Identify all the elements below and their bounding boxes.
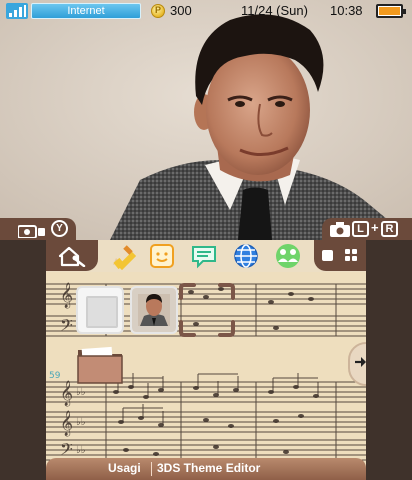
play-coin-icon bbox=[151, 4, 165, 18]
svg-text:𝄞: 𝄞 bbox=[60, 380, 73, 406]
photo-thumbnail bbox=[132, 288, 176, 332]
pencil-icon[interactable] bbox=[108, 242, 136, 270]
clock: 10:38 bbox=[330, 3, 363, 18]
l-button-icon: L bbox=[352, 221, 369, 237]
smiley-icon[interactable] bbox=[148, 242, 176, 270]
svg-text:♭♭: ♭♭ bbox=[76, 417, 86, 428]
svg-text:𝄞: 𝄞 bbox=[60, 282, 73, 308]
top-screen: Internet 300 11/24 (Sun) 10:38 Y L + R bbox=[0, 0, 412, 240]
svg-text:♭♭: ♭♭ bbox=[76, 445, 86, 456]
r-button-icon: R bbox=[381, 221, 398, 237]
portrait-photo bbox=[0, 0, 412, 240]
svg-text:𝄞: 𝄞 bbox=[60, 410, 73, 436]
selection-cursor bbox=[179, 283, 235, 337]
signal-bars-icon bbox=[6, 3, 28, 19]
home-settings-icon bbox=[58, 246, 86, 267]
bottom-screen: 𝄞 𝄢 𝄞 𝄞 𝄢 ♭♭ ♭♭ ♭♭ 59 Usagi 3DS Theme Ed… bbox=[46, 240, 366, 480]
view-toggle-tab[interactable] bbox=[314, 240, 366, 271]
internet-status: Internet bbox=[31, 3, 141, 19]
large-view-icon[interactable] bbox=[322, 250, 333, 261]
camera-icon bbox=[330, 222, 350, 237]
arrow-right-icon bbox=[355, 357, 366, 367]
status-bar: Internet 300 11/24 (Sun) 10:38 bbox=[0, 0, 412, 22]
battery-icon bbox=[376, 4, 406, 18]
home-toolbar bbox=[46, 240, 366, 272]
author-label: Usagi bbox=[108, 461, 141, 475]
date: 11/24 (Sun) bbox=[241, 3, 308, 18]
photo-slot[interactable] bbox=[130, 286, 178, 334]
svg-text:♭♭: ♭♭ bbox=[76, 387, 86, 398]
bottom-bar-divider bbox=[151, 462, 152, 476]
page-counter: 59 bbox=[49, 371, 61, 381]
y-button-icon: Y bbox=[51, 220, 68, 237]
empty-slot[interactable] bbox=[76, 286, 124, 334]
coin-count: 300 bbox=[170, 3, 192, 18]
app-name-label: 3DS Theme Editor bbox=[157, 461, 261, 475]
folder-icon[interactable] bbox=[76, 344, 124, 384]
camera-icon bbox=[18, 225, 45, 238]
globe-icon[interactable] bbox=[232, 242, 260, 270]
grid-view-icon[interactable] bbox=[345, 249, 358, 262]
people-icon[interactable] bbox=[274, 242, 302, 270]
plus-sign: + bbox=[371, 220, 379, 235]
speech-bubble-icon[interactable] bbox=[190, 242, 218, 270]
svg-text:𝄢: 𝄢 bbox=[60, 315, 73, 339]
home-settings-tab[interactable] bbox=[46, 240, 98, 271]
bottom-bar: Usagi 3DS Theme Editor bbox=[46, 458, 366, 480]
